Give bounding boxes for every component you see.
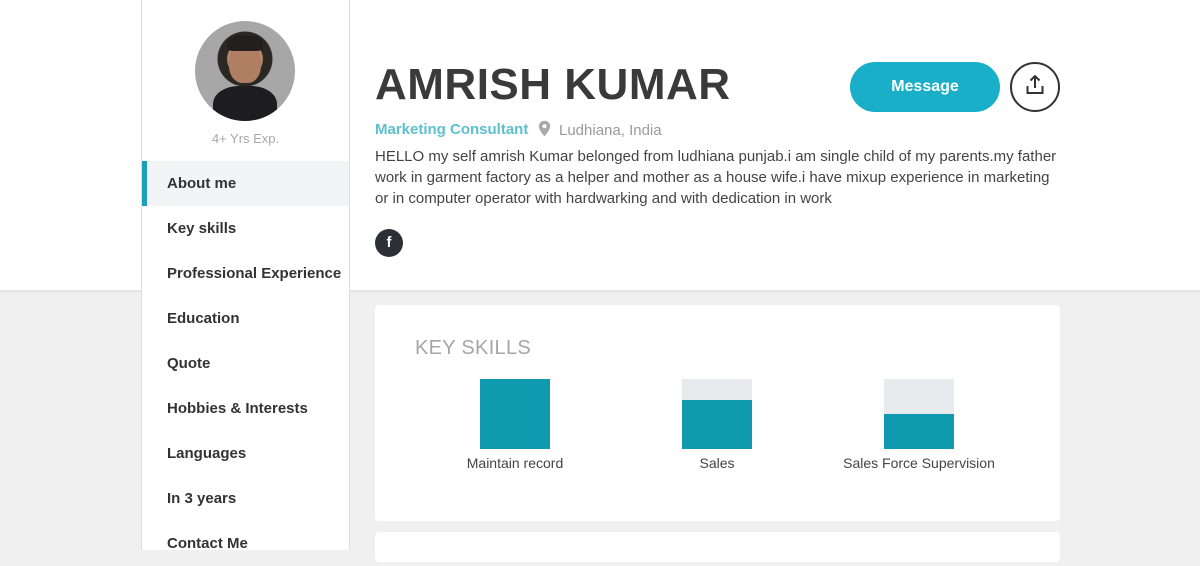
sidebar-item-about-me[interactable]: About me [142, 161, 349, 206]
skill-level-bar [682, 379, 752, 449]
profile-role: Marketing Consultant [375, 121, 529, 138]
location-text: Ludhiana, India [559, 122, 662, 139]
skill-item: Sales [617, 379, 817, 471]
sidebar-item-label: In 3 years [167, 490, 237, 507]
sidebar-item-in-3-years[interactable]: In 3 years [142, 476, 349, 521]
key-skills-title: KEY SKILLS [415, 337, 532, 359]
sidebar-item-label: Hobbies & Interests [167, 400, 308, 417]
skill-level-fill [480, 379, 550, 449]
skill-level-bar [884, 379, 954, 449]
sidebar-item-label: Languages [167, 445, 247, 462]
message-button[interactable]: Message [850, 62, 1000, 112]
sidebar-item-hobbies[interactable]: Hobbies & Interests [142, 386, 349, 431]
skill-item: Sales Force Supervision [819, 379, 1019, 471]
experience-label: 4+ Yrs Exp. [211, 131, 280, 146]
location-pin-icon [538, 120, 551, 141]
sidebar-item-label: Quote [167, 355, 211, 372]
sidebar-item-label: Professional Experience [167, 265, 342, 282]
sidebar-item-key-skills[interactable]: Key skills [142, 206, 349, 251]
sidebar-item-label: Key skills [167, 220, 237, 237]
sidebar-nav: About me Key skills Professional Experie… [142, 161, 349, 566]
profile-location: Ludhiana, India [538, 120, 662, 141]
facebook-icon[interactable]: f [375, 229, 403, 257]
sidebar-item-label: Contact Me [167, 535, 248, 552]
sidebar-item-education[interactable]: Education [142, 296, 349, 341]
skill-level-fill [682, 400, 752, 449]
sidebar: 4+ Yrs Exp. About me Key skills Professi… [141, 0, 350, 552]
sidebar-item-languages[interactable]: Languages [142, 431, 349, 476]
skill-level-bar [480, 379, 550, 449]
skill-item: Maintain record [415, 379, 615, 471]
sidebar-item-label: About me [167, 175, 237, 192]
sidebar-item-contact-me[interactable]: Contact Me [142, 521, 349, 566]
key-skills-card: KEY SKILLS Maintain record Sales Sales F… [375, 305, 1060, 521]
profile-name: AMRISH KUMAR [375, 60, 731, 109]
skill-label: Sales [699, 455, 735, 471]
avatar [195, 21, 295, 121]
sidebar-item-professional-experience[interactable]: Professional Experience [142, 251, 349, 296]
share-button[interactable] [1010, 62, 1060, 112]
skill-label: Sales Force Supervision [843, 455, 995, 471]
skill-label: Maintain record [466, 455, 564, 471]
share-icon [1024, 74, 1046, 101]
sidebar-item-quote[interactable]: Quote [142, 341, 349, 386]
skill-level-fill [884, 414, 954, 449]
about-text: HELLO my self amrish Kumar belonged from… [375, 148, 1057, 207]
sidebar-item-label: Education [167, 310, 240, 327]
next-section-card [375, 532, 1060, 562]
